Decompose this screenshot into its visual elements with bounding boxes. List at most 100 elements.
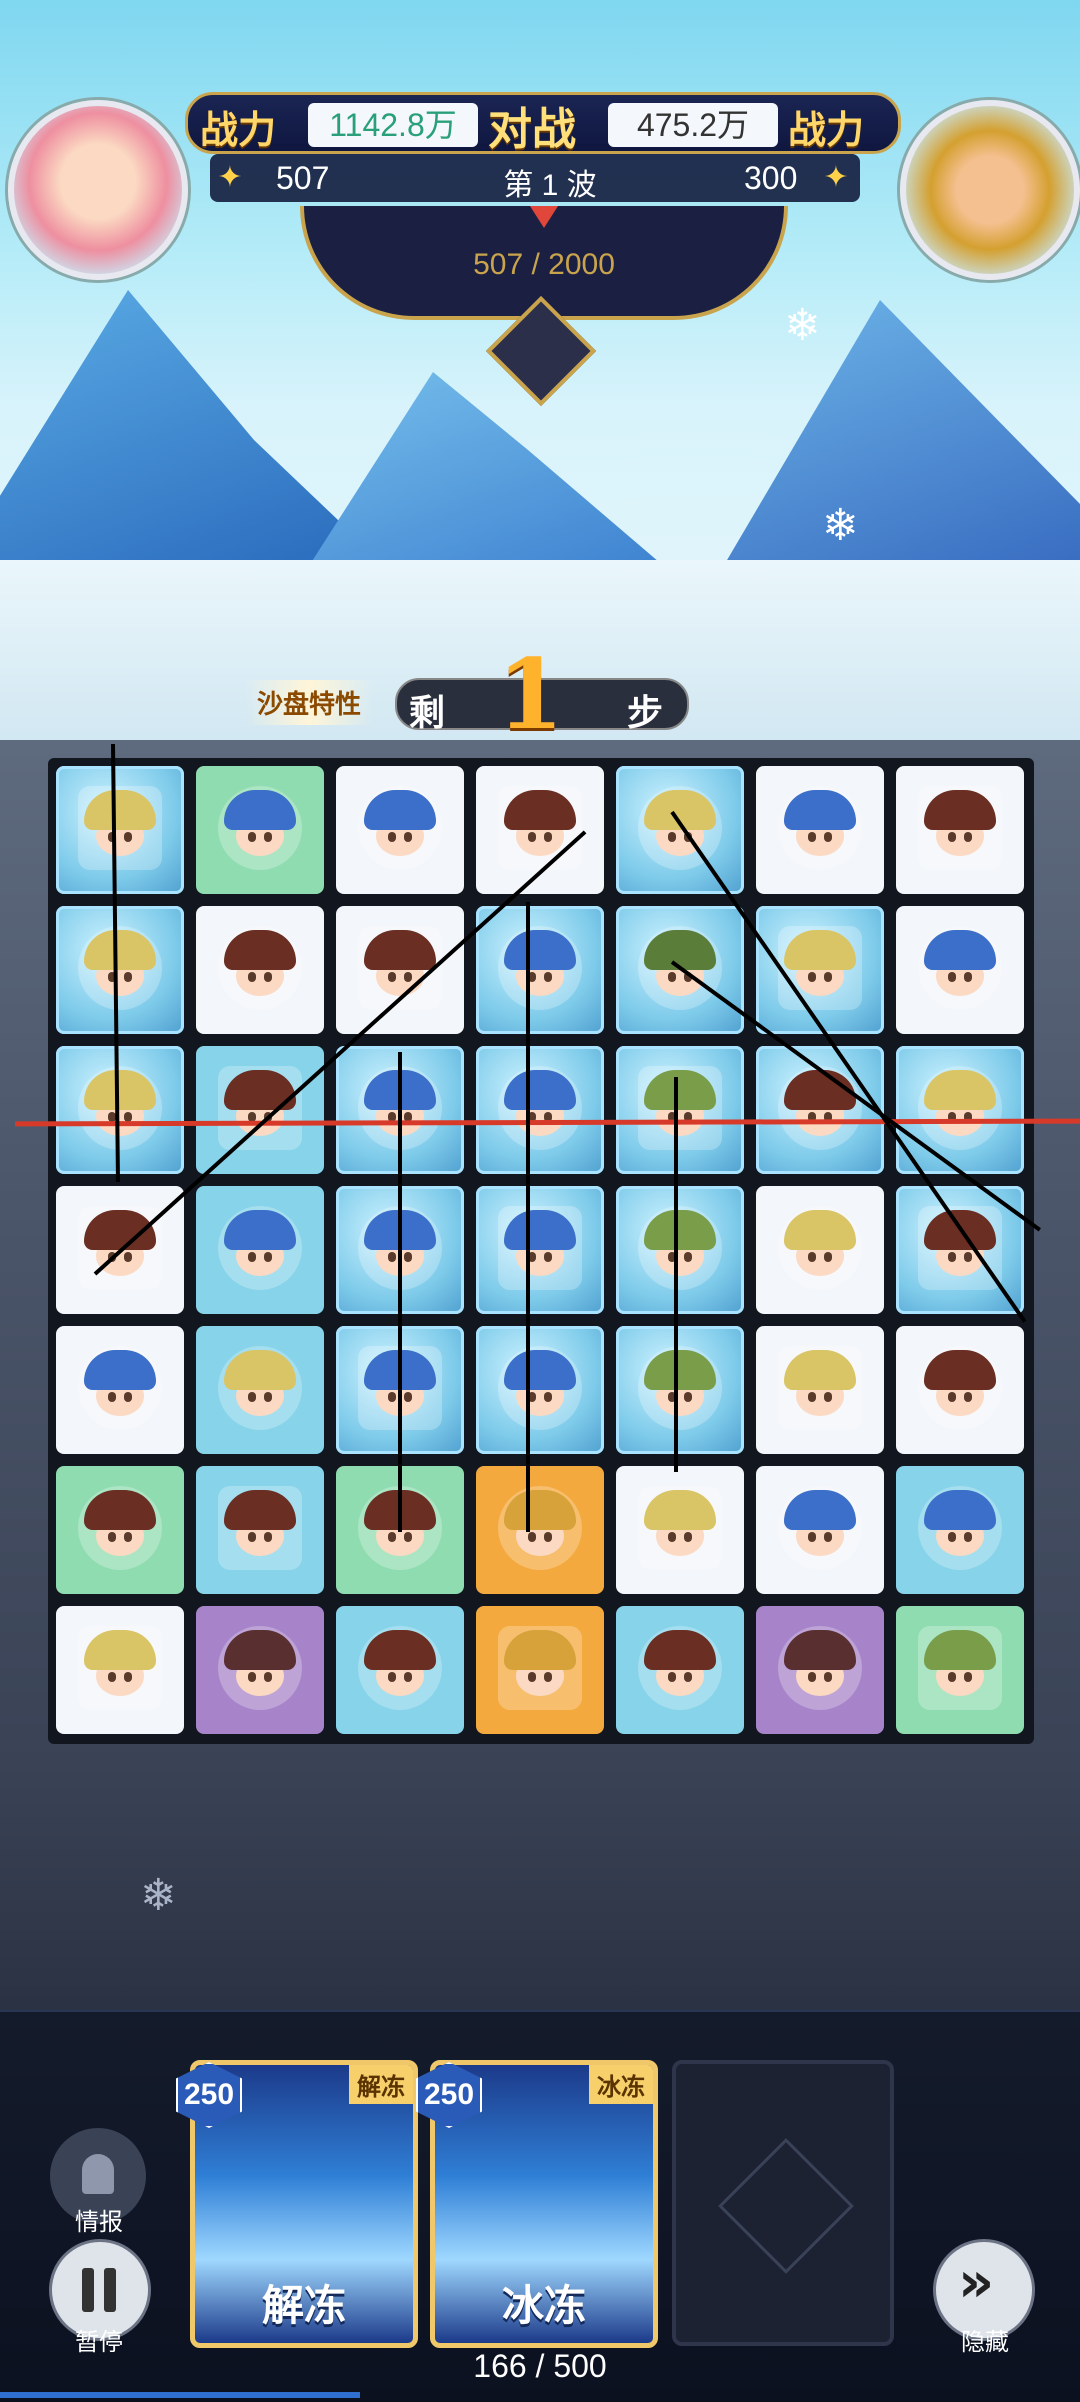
progress-text: 507 / 2000 <box>473 248 615 281</box>
hero-hair <box>504 1210 576 1250</box>
hero-eye <box>544 1532 552 1542</box>
board-tile[interactable] <box>476 1606 604 1734</box>
hero-face <box>78 926 162 1010</box>
pause-icon <box>82 2268 94 2312</box>
board-tile[interactable] <box>756 1606 884 1734</box>
board-tile[interactable] <box>896 1466 1024 1594</box>
hero-eye <box>404 1532 412 1542</box>
board-tile[interactable] <box>756 1466 884 1594</box>
score-bar: ✦ 507 第 1 波 300 ✦ <box>210 154 860 202</box>
hero-hair <box>784 1630 856 1670</box>
board-tile[interactable] <box>196 766 324 894</box>
board-tile[interactable] <box>56 766 184 894</box>
board-tile[interactable] <box>616 766 744 894</box>
hero-hair <box>224 790 296 830</box>
board-tile[interactable] <box>336 766 464 894</box>
hero-hair <box>644 1070 716 1110</box>
board-tile[interactable] <box>756 1046 884 1174</box>
board-tile[interactable] <box>56 1466 184 1594</box>
left-score: 507 <box>276 160 330 196</box>
board-tile[interactable] <box>196 1466 324 1594</box>
hero-hair <box>504 1070 576 1110</box>
hero-eye <box>108 1392 116 1402</box>
hero-face <box>918 1626 1002 1710</box>
board-tile[interactable] <box>756 1186 884 1314</box>
board-tile[interactable] <box>476 1186 604 1314</box>
hero-hair <box>224 1490 296 1530</box>
board-tile[interactable] <box>196 1606 324 1734</box>
board-tile[interactable] <box>336 906 464 1034</box>
wave-label: 第 1 波 <box>503 169 597 202</box>
hero-eye <box>668 1672 676 1682</box>
player-avatar[interactable] <box>8 100 188 280</box>
left-power-value: 1142.8万 <box>308 103 478 147</box>
intel-icon <box>82 2154 114 2194</box>
hero-eye <box>264 972 272 982</box>
board-tile[interactable] <box>196 1186 324 1314</box>
hero-eye <box>544 1672 552 1682</box>
board-tile[interactable] <box>896 906 1024 1034</box>
board-tile[interactable] <box>476 906 604 1034</box>
board-tile[interactable] <box>476 1046 604 1174</box>
hero-hair <box>84 1070 156 1110</box>
hero-hair <box>84 1490 156 1530</box>
hero-eye <box>404 832 412 842</box>
hero-face <box>498 926 582 1010</box>
board-tile[interactable] <box>56 906 184 1034</box>
progress-marker-icon <box>530 206 558 228</box>
board-tile[interactable] <box>616 1046 744 1174</box>
board-tile[interactable] <box>616 1466 744 1594</box>
hero-hair <box>224 1210 296 1250</box>
hero-face <box>778 1206 862 1290</box>
right-power-label: 战力 <box>788 107 865 152</box>
board-tile[interactable] <box>896 766 1024 894</box>
hero-hair <box>924 930 996 970</box>
opponent-avatar[interactable] <box>900 100 1080 280</box>
steps-box: 剩 1 步 <box>395 638 689 751</box>
hero-eye <box>124 1672 132 1682</box>
ice-mountain <box>300 372 680 580</box>
board-tile[interactable] <box>756 1326 884 1454</box>
board-tile[interactable] <box>196 906 324 1034</box>
board-tile[interactable] <box>896 1046 1024 1174</box>
hero-hair <box>644 1350 716 1390</box>
hero-eye <box>388 1252 396 1262</box>
hero-eye <box>948 972 956 982</box>
hero-eye <box>964 1392 972 1402</box>
board-tile[interactable] <box>476 1466 604 1594</box>
hero-face <box>78 1626 162 1710</box>
hero-eye <box>528 832 536 842</box>
board-tile[interactable] <box>756 906 884 1034</box>
board-tile[interactable] <box>616 1186 744 1314</box>
hero-hair <box>224 1350 296 1390</box>
board-tile[interactable] <box>476 1326 604 1454</box>
board-tile[interactable] <box>896 1606 1024 1734</box>
hero-eye <box>824 1672 832 1682</box>
hero-eye <box>668 1532 676 1542</box>
board-tile[interactable] <box>336 1606 464 1734</box>
board-tile[interactable] <box>196 1326 324 1454</box>
board-tile[interactable] <box>196 1046 324 1174</box>
board-tile[interactable] <box>56 1046 184 1174</box>
hero-eye <box>964 1672 972 1682</box>
board-tile[interactable] <box>896 1326 1024 1454</box>
board-tile[interactable] <box>616 1326 744 1454</box>
board-tile[interactable] <box>616 1606 744 1734</box>
board-tile[interactable] <box>56 1326 184 1454</box>
hero-face <box>498 1486 582 1570</box>
hero-hair <box>924 1630 996 1670</box>
hero-hair <box>644 930 716 970</box>
hero-hair <box>784 790 856 830</box>
hero-face <box>918 1346 1002 1430</box>
hero-eye <box>824 832 832 842</box>
hero-hair <box>364 1630 436 1670</box>
board-tile[interactable] <box>756 766 884 894</box>
compass-icon <box>718 2138 854 2274</box>
hero-eye <box>948 1672 956 1682</box>
board-tile[interactable] <box>56 1606 184 1734</box>
hero-hair <box>504 1630 576 1670</box>
hero-eye <box>388 832 396 842</box>
hero-face <box>498 786 582 870</box>
hero-eye <box>124 1532 132 1542</box>
hero-face <box>358 786 442 870</box>
